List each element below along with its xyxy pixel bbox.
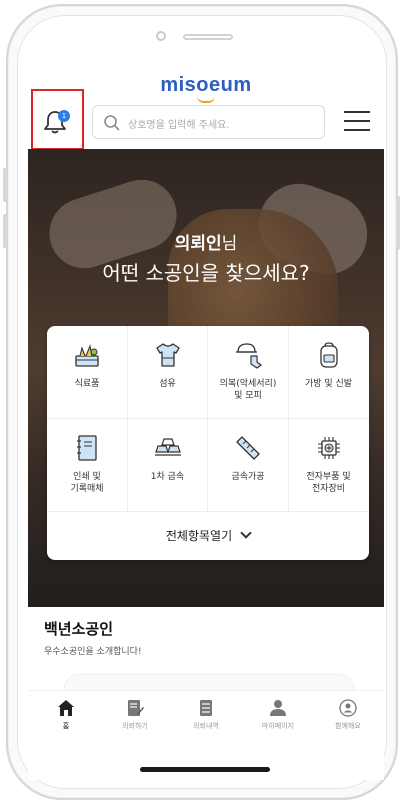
hero-greeting: 의뢰인님 xyxy=(28,229,384,254)
category-label: 인쇄 및 기록매체 xyxy=(70,472,104,494)
phone-side-button xyxy=(3,168,7,202)
category-food[interactable]: 식료품 xyxy=(47,326,128,419)
category-bags-shoes[interactable]: 가방 및 신발 xyxy=(288,326,369,419)
tab-together[interactable]: 함께해요 xyxy=(318,699,378,731)
search-person-icon xyxy=(339,699,357,717)
tab-label: 마이페이지 xyxy=(261,722,295,730)
gold-bars-icon xyxy=(154,438,181,456)
section-title: 백년소공인 xyxy=(44,620,114,638)
phone-speaker xyxy=(183,34,233,40)
home-icon xyxy=(58,700,74,716)
section-subtitle: 우수소공인을 소개합니다! xyxy=(44,647,142,657)
chevron-down-icon xyxy=(240,527,252,539)
search-placeholder: 상호명을 입력해 주세요. xyxy=(128,120,230,131)
tab-request-history[interactable]: 의뢰내역 xyxy=(176,699,236,731)
category-textile[interactable]: 섬유 xyxy=(127,326,208,419)
person-icon xyxy=(270,700,286,716)
category-label: 1차 금속 xyxy=(150,472,185,482)
wrench-icon xyxy=(236,436,260,460)
category-label: 금속가공 xyxy=(231,472,265,482)
tab-label: 함께해요 xyxy=(335,722,361,730)
phone-side-button xyxy=(396,196,400,250)
category-card: 식료품 섬유 의복(악세서리) 및 모피 가방 및 신발 인쇄 및 기록매체 1… xyxy=(47,326,369,560)
hero-headline: 어떤 소공인을 찾으세요? xyxy=(102,261,310,285)
hat-sock-icon xyxy=(236,343,262,369)
search-icon xyxy=(104,115,120,131)
food-basket-icon xyxy=(75,344,99,367)
category-label: 의복(악세서리) 및 모피 xyxy=(219,379,277,401)
hero-banner: 의뢰인님 어떤 소공인을 찾으세요? 식료품 섬유 의복(악세서리) 및 모피 … xyxy=(28,149,384,607)
notebook-icon xyxy=(77,435,97,461)
logo-smile-mark xyxy=(197,96,215,103)
category-printing[interactable]: 인쇄 및 기록매체 xyxy=(47,419,128,512)
phone-side-button xyxy=(3,214,7,248)
home-indicator xyxy=(140,767,270,772)
category-metalworking[interactable]: 금속가공 xyxy=(208,419,289,512)
bottom-tab-bar: 홈 의뢰하기 의뢰내역 마이페이지 함께해요 xyxy=(28,690,384,746)
tab-home[interactable]: 홈 xyxy=(36,699,96,731)
search-input[interactable]: 상호명을 입력해 주세요. xyxy=(92,105,325,139)
category-electronics[interactable]: 전자부품 및 전자장비 xyxy=(288,419,369,512)
category-label: 식료품 xyxy=(74,379,100,389)
backpack-icon xyxy=(319,342,338,368)
phone-camera xyxy=(156,31,166,41)
hero-user-name: 의뢰인 xyxy=(174,234,222,254)
tab-my-page[interactable]: 마이페이지 xyxy=(248,699,308,731)
expand-all-label: 전체항목열기 xyxy=(165,529,233,543)
tshirt-icon xyxy=(155,343,180,367)
tab-request[interactable]: 의뢰하기 xyxy=(105,699,165,731)
category-label: 전자부품 및 전자장비 xyxy=(306,472,351,494)
list-document-icon xyxy=(200,700,212,716)
hero-user-suffix: 님 xyxy=(221,234,238,254)
app-screen: misoeum 1 상호명을 입력해 주세요. 의뢰인님 어떤 소공인을 찾으세… xyxy=(28,60,384,780)
expand-all-categories-button[interactable]: 전체항목열기 xyxy=(47,512,369,560)
tab-label: 의뢰하기 xyxy=(122,722,148,730)
edit-document-icon xyxy=(128,700,144,716)
tab-label: 홈 xyxy=(62,722,70,730)
hamburger-menu-icon[interactable] xyxy=(344,109,370,133)
category-label: 가방 및 신발 xyxy=(304,379,353,389)
category-label: 섬유 xyxy=(159,379,176,389)
notification-badge: 1 xyxy=(58,110,70,122)
chip-icon xyxy=(317,437,340,459)
category-clothing[interactable]: 의복(악세서리) 및 모피 xyxy=(208,326,289,419)
category-primary-metal[interactable]: 1차 금속 xyxy=(127,419,208,512)
tab-label: 의뢰내역 xyxy=(193,722,219,730)
